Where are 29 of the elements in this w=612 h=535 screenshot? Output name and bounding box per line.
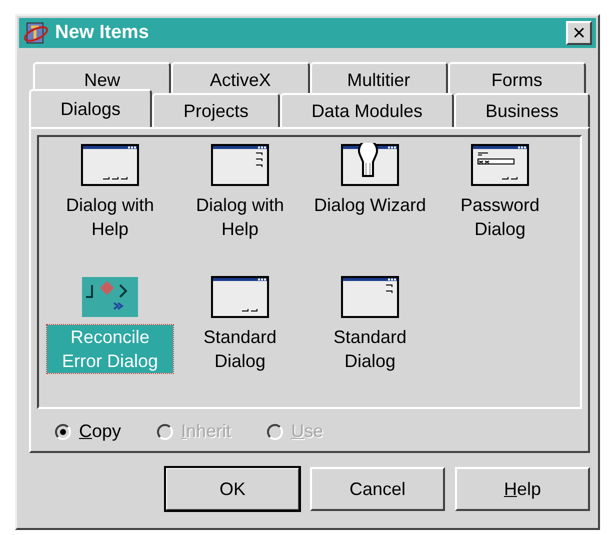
tab[interactable]: Business: [454, 93, 590, 127]
close-button[interactable]: ×: [566, 21, 592, 45]
reconcile-icon: [80, 275, 140, 319]
lightbulb-dialog-icon: [340, 143, 400, 187]
tab[interactable]: Data Modules: [280, 93, 454, 127]
radio-circle[interactable]: [55, 424, 71, 440]
item-label[interactable]: Standard Dialog: [307, 325, 433, 373]
item-label[interactable]: Dialog Wizard: [312, 193, 428, 217]
window-title: New Items: [55, 22, 150, 44]
item-label[interactable]: Dialog with Help: [177, 193, 303, 241]
app-logo-icon: [23, 21, 49, 45]
dialog-window-icon: [210, 275, 270, 319]
dialog-window-icon: [340, 275, 400, 319]
dialog-button[interactable]: OK: [165, 467, 300, 511]
radio-label: Copy: [79, 421, 122, 442]
dialog-window-icon: [80, 143, 140, 187]
dialog-window-icon: [210, 143, 270, 187]
dialog-button[interactable]: Help: [455, 467, 590, 511]
tab[interactable]: Dialogs: [29, 89, 152, 127]
tab[interactable]: ActiveX: [171, 62, 310, 96]
item-label[interactable]: Password Dialog: [437, 193, 563, 241]
tab[interactable]: Projects: [152, 93, 280, 127]
radio-option[interactable]: Copy: [55, 421, 122, 442]
dialog-button[interactable]: Cancel: [310, 467, 445, 511]
item-label[interactable]: Standard Dialog: [177, 325, 303, 373]
password-dialog-icon: [470, 143, 530, 187]
item-label[interactable]: Dialog with Help: [47, 193, 173, 241]
tab[interactable]: Multitier: [310, 62, 448, 96]
tab[interactable]: Forms: [448, 62, 586, 96]
